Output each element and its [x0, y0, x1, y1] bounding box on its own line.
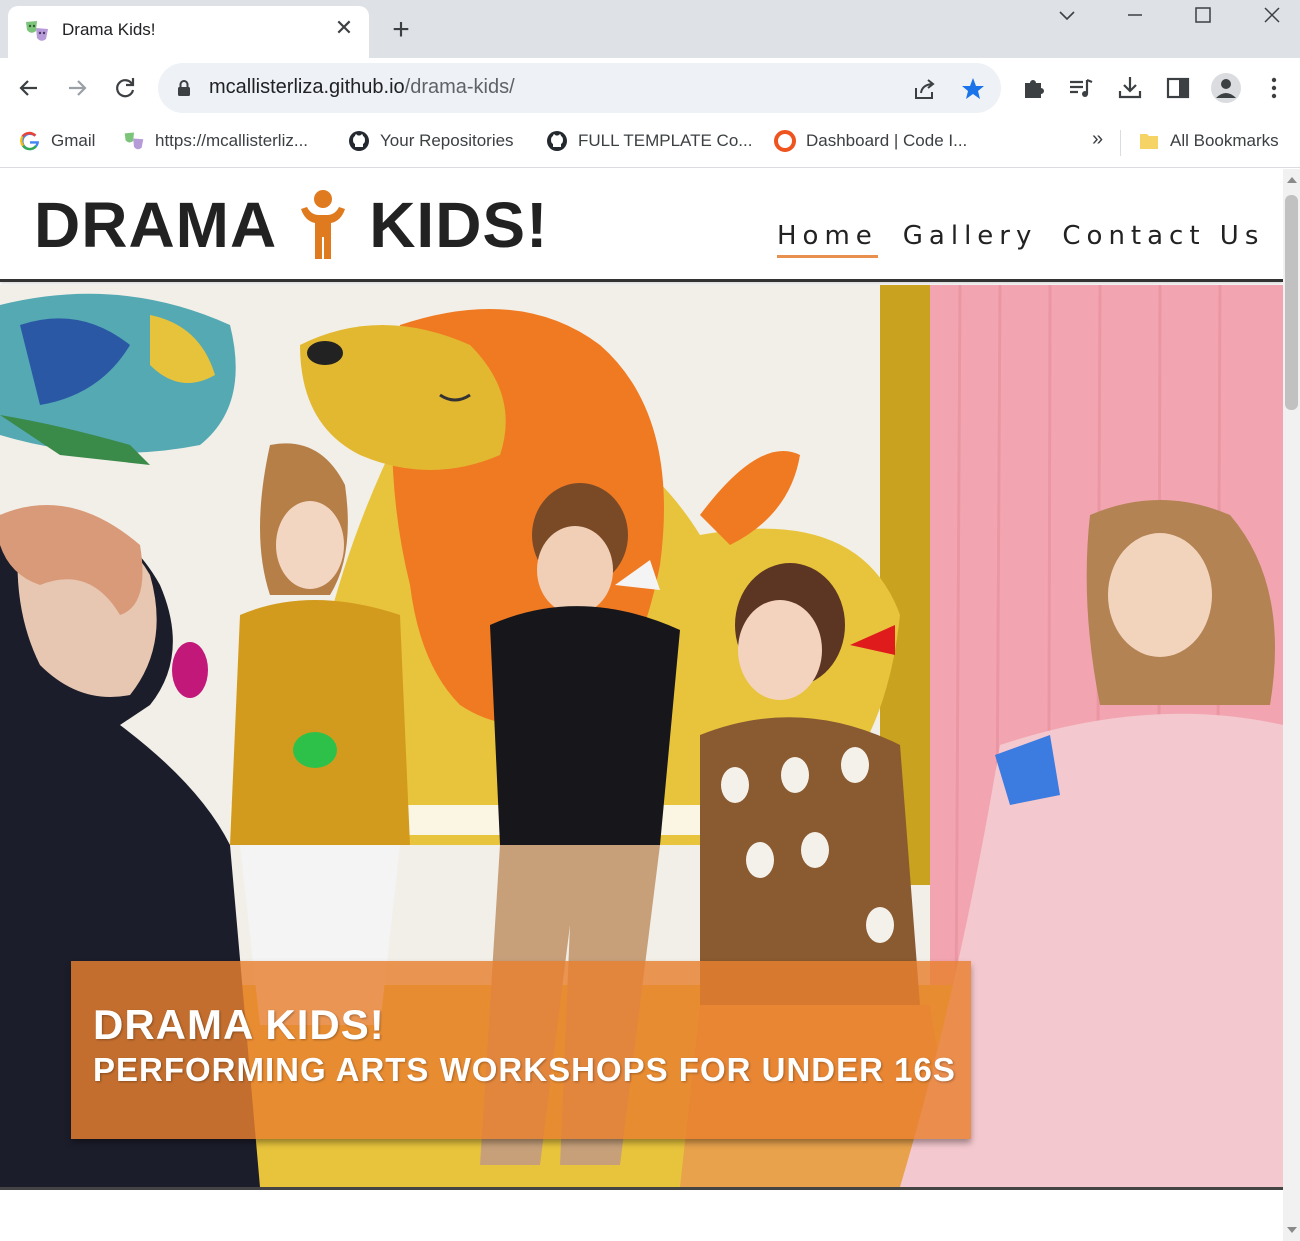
download-icon[interactable] — [1116, 74, 1144, 102]
main-nav: Home Gallery Contact Us — [777, 221, 1264, 258]
back-arrow-icon[interactable] — [15, 74, 43, 102]
nav-contact-us[interactable]: Contact Us — [1062, 221, 1264, 258]
url-text[interactable]: mcallisterliza.github.io/drama-kids/ — [209, 76, 515, 99]
share-icon[interactable] — [912, 76, 938, 102]
nav-gallery[interactable]: Gallery — [903, 221, 1038, 258]
tab-strip: Drama Kids! ✕ + — [0, 0, 1300, 58]
bookmark-drama-kids[interactable]: https://mcallisterliz... — [123, 128, 308, 154]
bookmark-label: Gmail — [51, 131, 96, 150]
hero-subtitle: PERFORMING ARTS WORKSHOPS FOR UNDER 16S — [93, 1051, 956, 1088]
bookmark-label: Your Repositories — [380, 131, 514, 150]
maximize-icon[interactable] — [1188, 4, 1218, 28]
drama-masks-icon — [26, 21, 48, 41]
tab-title: Drama Kids! — [62, 20, 156, 39]
dancing-kid-icon — [301, 190, 346, 259]
page-scrollbar[interactable] — [1283, 169, 1300, 1241]
browser-tab[interactable]: Drama Kids! ✕ — [8, 6, 369, 58]
bookmark-label: Dashboard | Code I... — [806, 131, 968, 150]
section-divider — [0, 1187, 1283, 1190]
extensions-puzzle-icon[interactable] — [1020, 74, 1048, 102]
hero-section: DRAMA KIDS! PERFORMING ARTS WORKSHOPS FO… — [0, 285, 1283, 1187]
scroll-up-arrow-icon[interactable] — [1287, 177, 1297, 183]
all-bookmarks-button[interactable]: All Bookmarks — [1138, 128, 1279, 154]
github-icon — [349, 131, 369, 151]
profile-avatar-icon[interactable] — [1210, 72, 1242, 104]
tab-search-icon[interactable] — [1052, 4, 1082, 28]
page-viewport: DRAMA KIDS! Home Gallery Contact Us DRAM… — [0, 169, 1283, 1241]
new-tab-button[interactable]: + — [386, 15, 416, 46]
url-path: /drama-kids/ — [404, 76, 515, 98]
logo-text-left: DRAMA — [34, 189, 278, 261]
code-institute-icon — [774, 130, 796, 152]
bookmark-label: FULL TEMPLATE Co... — [578, 131, 753, 150]
minimize-icon[interactable] — [1120, 4, 1150, 28]
bookmarks-divider — [1120, 130, 1121, 156]
bookmarks-bar: Gmail https://mcallisterliz... Your Repo… — [0, 118, 1300, 168]
close-tab-icon[interactable]: ✕ — [332, 16, 356, 40]
bookmark-label: https://mcallisterliz... — [155, 131, 309, 150]
github-icon — [547, 131, 567, 151]
forward-arrow-icon[interactable] — [63, 74, 91, 102]
all-bookmarks-label: All Bookmarks — [1170, 131, 1279, 150]
bookmark-dashboard[interactable]: Dashboard | Code I... — [774, 128, 967, 154]
folder-icon — [1140, 134, 1158, 149]
address-bar[interactable]: mcallisterliza.github.io/drama-kids/ — [158, 63, 1001, 113]
bookmark-full-template[interactable]: FULL TEMPLATE Co... — [546, 128, 752, 154]
scroll-down-arrow-icon[interactable] — [1287, 1227, 1297, 1233]
bookmark-your-repositories[interactable]: Your Repositories — [348, 128, 514, 154]
site-logo[interactable]: DRAMA KIDS! — [34, 187, 548, 263]
hero-caption: DRAMA KIDS! PERFORMING ARTS WORKSHOPS FO… — [71, 961, 971, 1139]
lock-icon[interactable] — [176, 79, 192, 97]
close-window-icon[interactable] — [1257, 4, 1287, 28]
nav-home[interactable]: Home — [777, 221, 878, 258]
google-icon — [20, 131, 40, 151]
media-playlist-icon[interactable] — [1067, 74, 1095, 102]
hero-title: DRAMA KIDS! — [93, 1001, 385, 1048]
url-host: mcallisterliza.github.io — [209, 76, 405, 98]
bookmarks-overflow-chevron[interactable]: » — [1092, 128, 1103, 151]
bookmark-star-icon[interactable] — [960, 76, 986, 102]
browser-toolbar: mcallisterliza.github.io/drama-kids/ — [0, 58, 1300, 118]
scroll-thumb[interactable] — [1285, 195, 1298, 410]
site-header: DRAMA KIDS! Home Gallery Contact Us — [0, 169, 1283, 282]
drama-masks-icon — [124, 132, 144, 150]
side-panel-icon[interactable] — [1164, 74, 1192, 102]
logo-text-right: KIDS! — [369, 189, 549, 261]
more-menu-icon[interactable] — [1260, 74, 1288, 102]
bookmark-gmail[interactable]: Gmail — [19, 128, 95, 154]
reload-icon[interactable] — [111, 74, 139, 102]
